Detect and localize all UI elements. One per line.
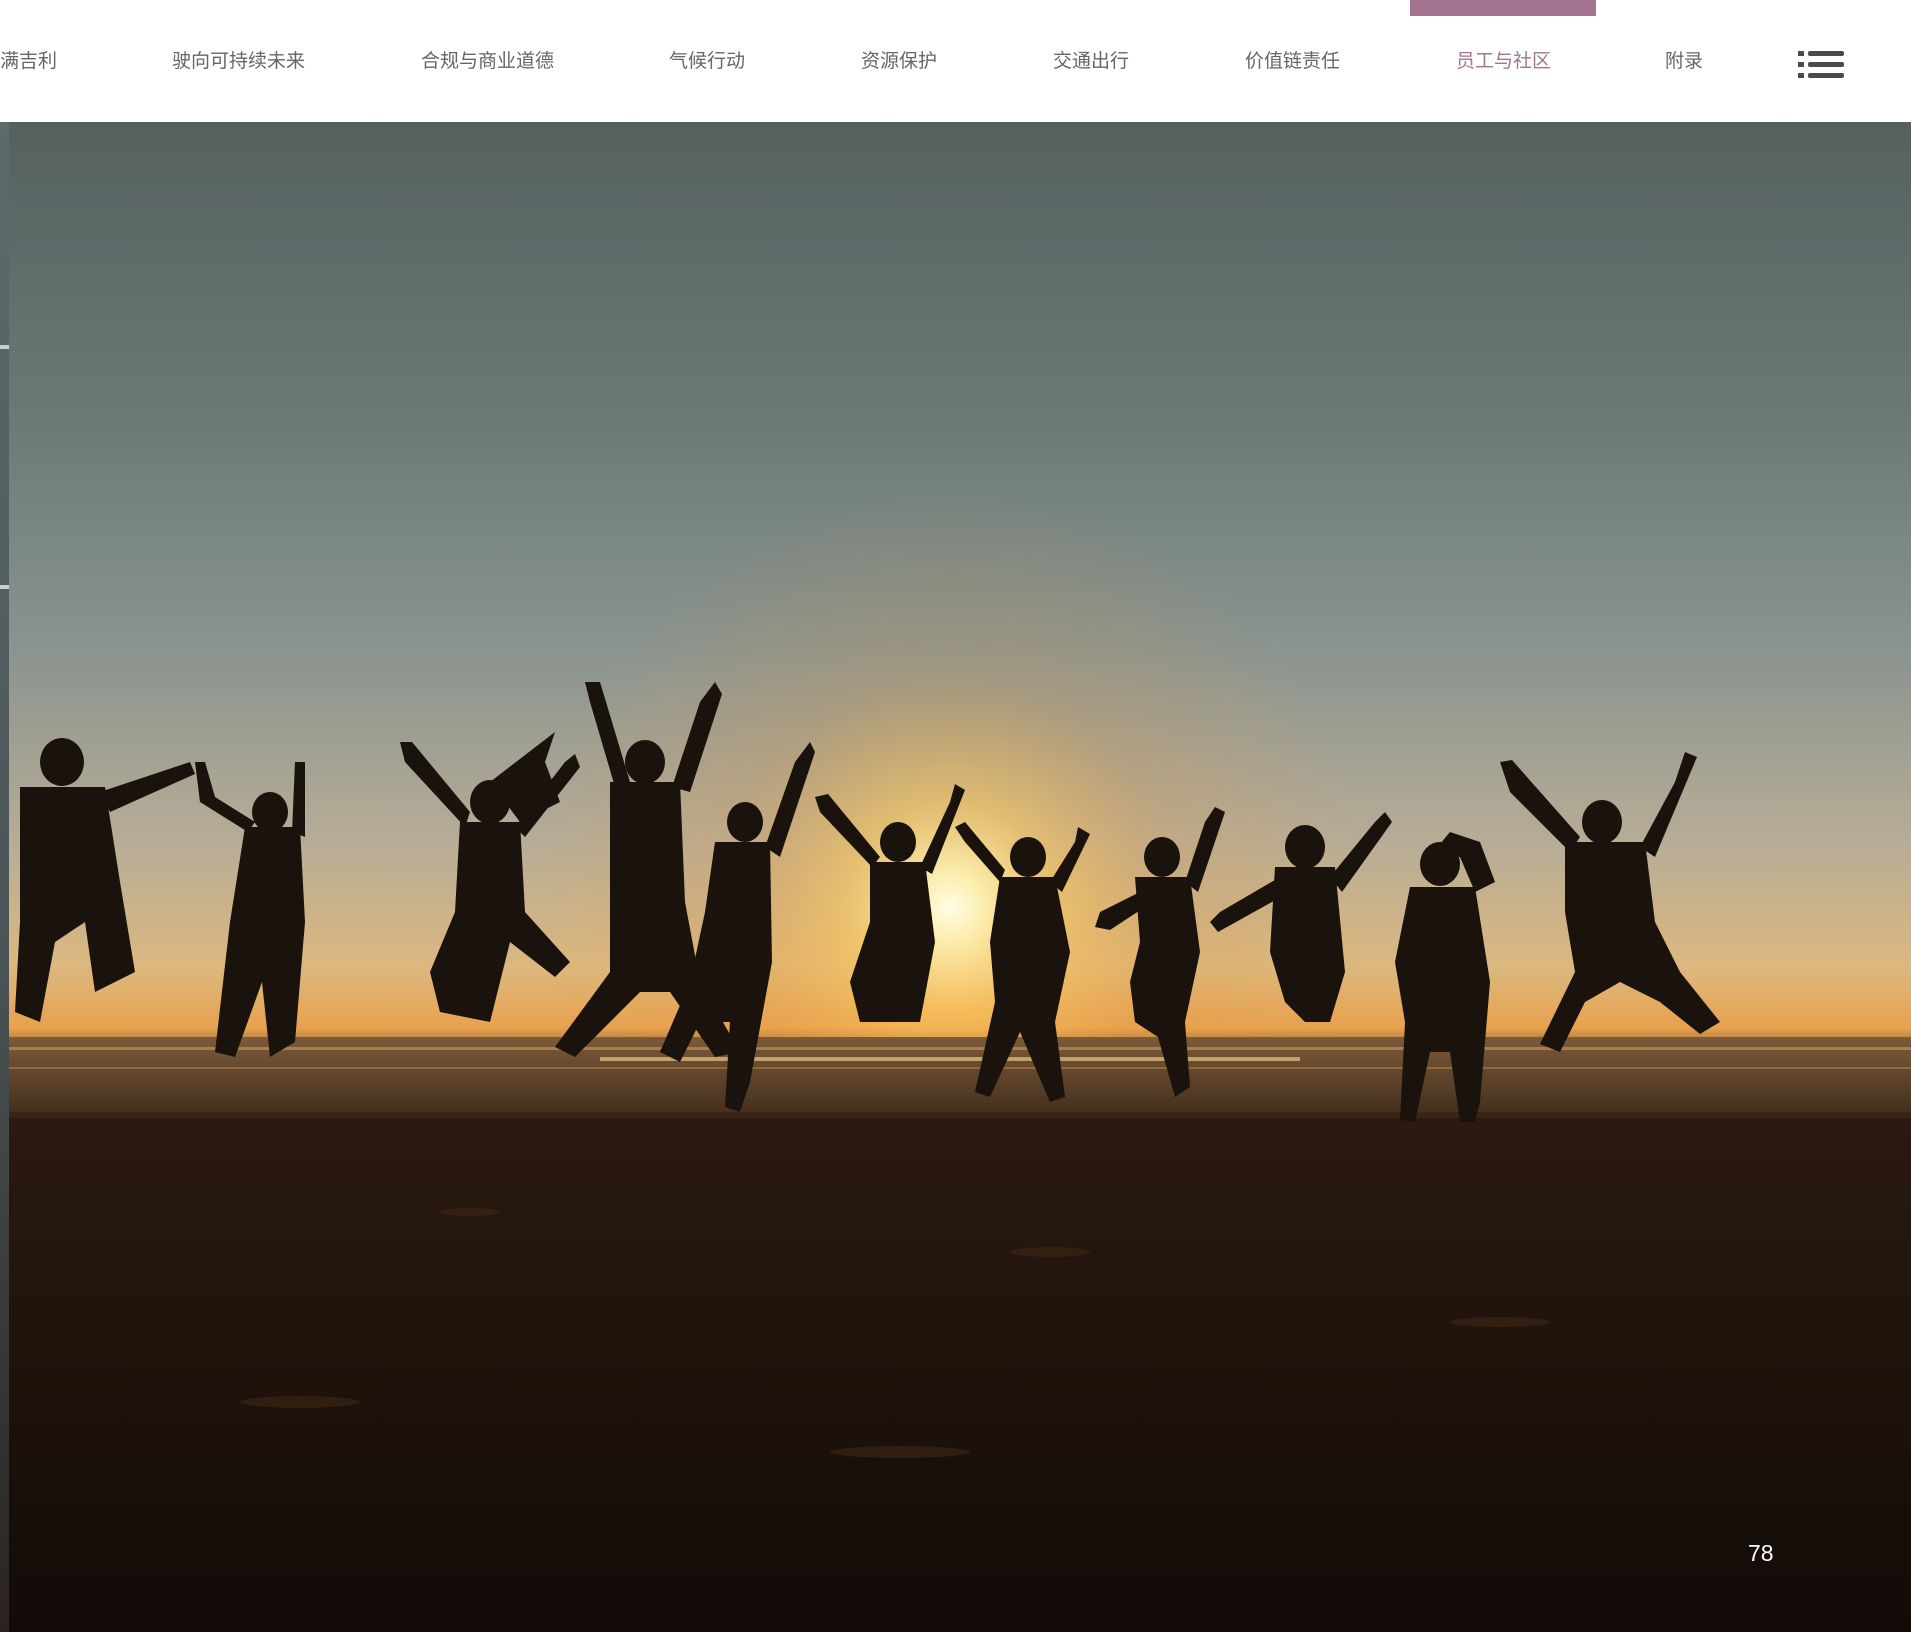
beach-sunset-photo (0, 122, 1911, 1632)
nav-item-value-chain[interactable]: 价值链责任 (1245, 48, 1340, 74)
top-navigation: 满吉利 驶向可持续未来 合规与商业道德 气候行动 资源保护 交通出行 价值链责任… (0, 0, 1911, 122)
nav-item-mobility[interactable]: 交通出行 (1053, 48, 1129, 74)
nav-item-appendix[interactable]: 附录 (1665, 48, 1703, 74)
nav-item-employees-community[interactable]: 员工与社区 (1456, 48, 1551, 74)
active-tab-indicator (1410, 0, 1596, 16)
edge-mark-bottom (0, 585, 9, 589)
nav-item-compliance-ethics[interactable]: 合规与商业道德 (421, 48, 554, 74)
menu-button[interactable] (1796, 48, 1848, 84)
hero-image (0, 122, 1911, 1632)
page-number: 78 (1748, 1540, 1774, 1566)
edge-mark-top (0, 345, 9, 349)
nav-item-climate-action[interactable]: 气候行动 (669, 48, 745, 74)
nav-item-brand[interactable]: 满吉利 (0, 48, 57, 74)
hamburger-list-icon (1798, 51, 1844, 78)
nav-item-sustainable-future[interactable]: 驶向可持续未来 (172, 48, 305, 74)
nav-item-resource-protection[interactable]: 资源保护 (861, 48, 937, 74)
